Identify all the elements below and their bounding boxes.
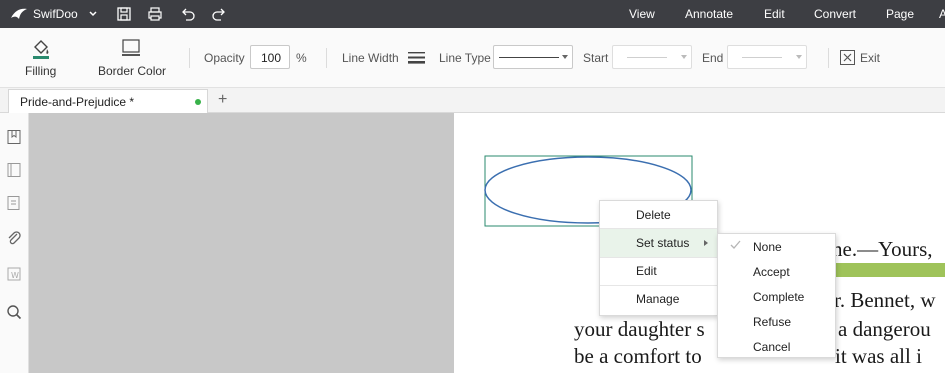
status-option-refuse[interactable]: Refuse	[718, 309, 835, 334]
status-option-label: Refuse	[753, 315, 792, 329]
svg-text:W: W	[11, 271, 19, 280]
attachment-icon[interactable]	[6, 230, 22, 246]
print-icon[interactable]	[147, 6, 163, 22]
end-arrow-select[interactable]	[727, 45, 807, 69]
start-label: Start	[583, 51, 609, 65]
line-preview	[742, 57, 782, 58]
divider	[189, 48, 190, 68]
fill-bucket-icon[interactable]	[30, 38, 52, 60]
status-option-accept[interactable]: Accept	[718, 259, 835, 284]
submenu-arrow-icon	[704, 240, 708, 246]
search-icon[interactable]	[6, 304, 22, 320]
annotation-panel-icon[interactable]	[6, 195, 22, 211]
border-color-icon[interactable]	[121, 38, 141, 58]
opacity-label: Opacity	[204, 51, 245, 65]
status-option-label: Accept	[753, 265, 790, 279]
end-label: End	[702, 51, 724, 65]
menu-item-label: Delete	[636, 208, 671, 222]
page-text-line: r. Bennet, w	[834, 288, 936, 312]
context-menu: Delete Set status Edit Manage	[599, 200, 718, 316]
bookmark-panel-icon[interactable]	[6, 129, 22, 145]
filling-button[interactable]: Filling	[25, 64, 56, 78]
page-text-line: it was all i	[835, 344, 922, 368]
left-sidebar: W	[0, 113, 29, 373]
add-tab-button[interactable]: +	[218, 91, 227, 109]
caret-down-icon	[796, 55, 802, 59]
divider	[326, 48, 327, 68]
status-option-none[interactable]: None	[718, 234, 835, 259]
status-option-complete[interactable]: Complete	[718, 284, 835, 309]
menu-item-label: Manage	[636, 292, 680, 306]
caret-down-icon	[681, 55, 687, 59]
page-text-line: your daughter s	[574, 317, 705, 341]
opacity-unit: %	[296, 51, 307, 65]
menu-annotate[interactable]: Annotate	[685, 7, 733, 21]
menu-item-manage[interactable]: Manage	[600, 285, 717, 313]
menu-view[interactable]: View	[629, 7, 655, 21]
page-text-line: be a comfort to	[574, 344, 702, 368]
line-width-label: Line Width	[342, 51, 399, 65]
line-width-icon[interactable]	[408, 51, 425, 64]
status-option-label: Complete	[753, 290, 805, 304]
border-color-button[interactable]: Border Color	[98, 64, 166, 78]
swifdoo-logo-icon	[11, 8, 27, 19]
title-bar: SwifDoo View Annotate Edit Convert Page …	[0, 0, 945, 28]
menu-page[interactable]: Page	[886, 7, 914, 21]
status-option-cancel[interactable]: Cancel	[718, 334, 835, 359]
document-tab-strip: Pride-and-Prejudice * +	[0, 88, 945, 113]
status-option-label: None	[753, 240, 782, 254]
divider	[828, 48, 829, 68]
page-text-line: a dangerou	[838, 317, 931, 341]
menu-item-delete[interactable]: Delete	[600, 201, 717, 229]
status-option-label: Cancel	[753, 340, 791, 354]
app-name[interactable]: SwifDoo	[33, 7, 78, 21]
solid-line-preview	[499, 57, 559, 58]
redo-icon[interactable]	[211, 6, 227, 22]
signature-panel-icon[interactable]: W	[6, 266, 22, 282]
menu-convert[interactable]: Convert	[814, 7, 856, 21]
annotation-toolbar: Filling Border Color Opacity 100 % Line …	[0, 28, 945, 88]
exit-button[interactable]: Exit	[860, 51, 880, 65]
save-icon[interactable]	[116, 6, 132, 22]
check-icon	[730, 240, 741, 249]
undo-icon[interactable]	[180, 6, 196, 22]
menu-item-label: Edit	[636, 264, 657, 278]
menu-more[interactable]: A	[939, 7, 945, 21]
status-dot	[195, 99, 201, 105]
start-arrow-select[interactable]	[612, 45, 692, 69]
close-box-icon[interactable]	[840, 50, 855, 65]
chevron-down-icon[interactable]	[88, 9, 98, 19]
line-type-select[interactable]	[493, 45, 573, 69]
menu-edit[interactable]: Edit	[764, 7, 785, 21]
menu-item-set-status[interactable]: Set status	[600, 229, 717, 257]
caret-down-icon	[562, 55, 568, 59]
opacity-input[interactable]: 100	[250, 45, 290, 69]
status-submenu: None Accept Complete Refuse Cancel	[717, 233, 836, 358]
menu-item-edit[interactable]: Edit	[600, 257, 717, 285]
opacity-value: 100	[261, 51, 282, 65]
text-highlight[interactable]	[836, 263, 945, 277]
page-text-line: ne.—Yours,	[832, 237, 933, 261]
menu-item-label: Set status	[636, 236, 690, 250]
line-type-label: Line Type	[439, 51, 491, 65]
document-tab[interactable]: Pride-and-Prejudice *	[8, 89, 208, 113]
line-preview	[627, 57, 667, 58]
document-tab-label: Pride-and-Prejudice *	[20, 95, 135, 109]
thumbnail-panel-icon[interactable]	[6, 162, 22, 178]
